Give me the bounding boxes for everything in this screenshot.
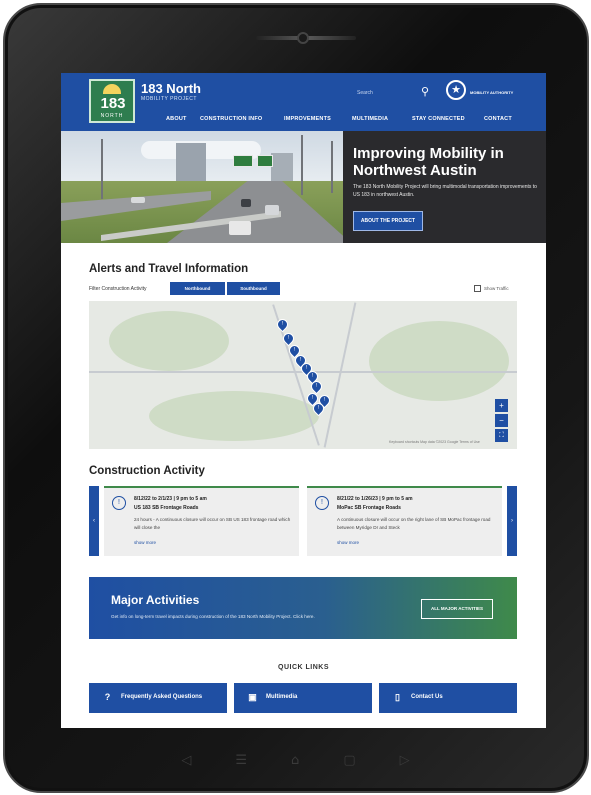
site-subtitle: MOBILITY PROJECT <box>141 96 197 102</box>
card-date: 8/21/22 to 1/26/23 | 9 pm to 5 am <box>337 496 413 502</box>
warning-icon: ! <box>112 496 126 510</box>
hero-banner: Improving Mobility in Northwest Austin T… <box>61 131 546 243</box>
menu-item-construction-info[interactable]: CONSTRUCTION INFO <box>200 116 284 122</box>
logo-number: 183 <box>100 95 126 112</box>
highway-photo <box>61 131 343 243</box>
hero-title: Improving Mobility in Northwest Austin <box>353 145 504 179</box>
search-input[interactable]: Search <box>357 90 373 96</box>
question-icon: ? <box>104 692 111 702</box>
alert-marker-icon[interactable]: ! <box>274 316 291 333</box>
card-description: A continuous closure will occur on the r… <box>337 517 491 530</box>
contact-us-button[interactable]: ▯ Contact Us <box>379 683 517 713</box>
map-road <box>323 302 357 448</box>
screen: 183 NORTH 183 North MOBILITY PROJECT Sea… <box>61 73 546 728</box>
alerts-title: Alerts and Travel Information <box>89 263 249 275</box>
camera-icon <box>297 32 309 44</box>
site-logo[interactable]: 183 NORTH <box>89 79 135 123</box>
star-icon[interactable]: ★ <box>446 80 466 100</box>
photo-building <box>271 153 293 181</box>
map-terrain <box>369 321 509 401</box>
tablet-nav-bar: ◁ ☰ ⌂ ▢ ▷ <box>0 748 591 772</box>
card-description: 24 hours - A continuous closure will occ… <box>134 517 291 530</box>
menu-item-about[interactable]: ABOUT <box>166 116 200 122</box>
construction-title: Construction Activity <box>89 465 205 477</box>
prev-arrow-icon[interactable]: ‹ <box>89 486 99 556</box>
recent-apps-icon[interactable]: ▢ <box>343 753 355 768</box>
card-date: 8/12/22 to 2/1/23 | 9 pm to 5 am <box>134 496 207 502</box>
photo-building <box>176 143 206 183</box>
about-project-button[interactable]: ABOUT THE PROJECT <box>353 211 423 231</box>
back-icon[interactable]: ◁ <box>181 753 191 768</box>
main-menu: ABOUT CONSTRUCTION INFO IMPROVEMENTS MUL… <box>166 116 512 122</box>
media-icon: ▣ <box>248 692 257 702</box>
phone-icon: ▯ <box>395 692 400 702</box>
zoom-out-button[interactable]: − <box>495 414 508 427</box>
search-icon[interactable]: ⚲ <box>421 85 429 98</box>
photo-car <box>229 221 251 235</box>
next-arrow-icon[interactable]: › <box>507 486 517 556</box>
all-major-activities-button[interactable]: ALL MAJOR ACTIVITIES <box>421 599 493 619</box>
logo-sub: NORTH <box>100 113 124 119</box>
multimedia-button[interactable]: ▣ Multimedia <box>234 683 372 713</box>
menu-icon[interactable]: ☰ <box>235 753 247 768</box>
photo-car <box>131 197 145 203</box>
major-title: Major Activities <box>111 593 200 607</box>
multimedia-label: Multimedia <box>266 694 298 700</box>
traffic-map[interactable]: ! ! ! ! ! ! ! ! ! ! + − ⛶ Keyboard short… <box>89 301 517 449</box>
menu-item-improvements[interactable]: IMPROVEMENTS <box>284 116 352 122</box>
photo-pole <box>331 141 333 193</box>
sun-icon <box>103 84 121 94</box>
zoom-in-button[interactable]: + <box>495 399 508 412</box>
photo-car <box>265 205 279 215</box>
hero-panel: Improving Mobility in Northwest Austin T… <box>343 131 546 243</box>
menu-item-multimedia[interactable]: MULTIMEDIA <box>352 116 412 122</box>
photo-pole <box>301 135 303 195</box>
quick-links-title: QUICK LINKS <box>278 664 329 671</box>
photo-sign <box>257 155 273 167</box>
major-text[interactable]: Get info on long-term travel impacts dur… <box>111 614 315 619</box>
hero-text: The 183 North Mobility Project will brin… <box>353 184 537 198</box>
card-road: US 183 SB Frontage Roads <box>134 505 199 511</box>
fullscreen-icon[interactable]: ⛶ <box>495 429 508 442</box>
menu-item-contact[interactable]: CONTACT <box>484 116 512 122</box>
authority-label[interactable]: MOBILITY AUTHORITY <box>470 90 513 95</box>
menu-item-stay-connected[interactable]: STAY CONNECTED <box>412 116 484 122</box>
forward-icon[interactable]: ▷ <box>400 753 410 768</box>
faq-label: Frequently Asked Questions <box>121 694 203 700</box>
photo-pole <box>101 139 103 199</box>
construction-card[interactable]: ! 8/21/22 to 1/26/23 | 9 pm to 5 am MoPa… <box>307 486 502 556</box>
map-terrain <box>109 311 229 371</box>
map-credit: Keyboard shortcuts Map data ©2023 Google… <box>389 440 480 444</box>
faq-button[interactable]: ? Frequently Asked Questions <box>89 683 227 713</box>
filter-label: Filter Construction Activity <box>89 286 147 292</box>
site-title[interactable]: 183 North <box>141 81 201 96</box>
home-icon[interactable]: ⌂ <box>291 753 299 768</box>
photo-sign <box>233 155 253 167</box>
contact-label: Contact Us <box>411 694 443 700</box>
show-more-link[interactable]: show more <box>134 540 156 545</box>
northbound-button[interactable]: Northbound <box>170 282 225 295</box>
map-terrain <box>149 391 319 441</box>
construction-card[interactable]: ! 8/12/22 to 2/1/23 | 9 pm to 5 am US 18… <box>104 486 299 556</box>
warning-icon: ! <box>315 496 329 510</box>
photo-car <box>241 199 251 207</box>
southbound-button[interactable]: Southbound <box>227 282 280 295</box>
show-more-link[interactable]: show more <box>337 540 359 545</box>
show-traffic-label[interactable]: Show Traffic <box>484 286 509 291</box>
card-road: MoPac SB Frontage Roads <box>337 505 401 511</box>
major-activities-banner: Major Activities Get info on long-term t… <box>89 577 517 639</box>
site-header: 183 NORTH 183 North MOBILITY PROJECT Sea… <box>61 73 546 131</box>
show-traffic-checkbox[interactable] <box>474 285 481 292</box>
